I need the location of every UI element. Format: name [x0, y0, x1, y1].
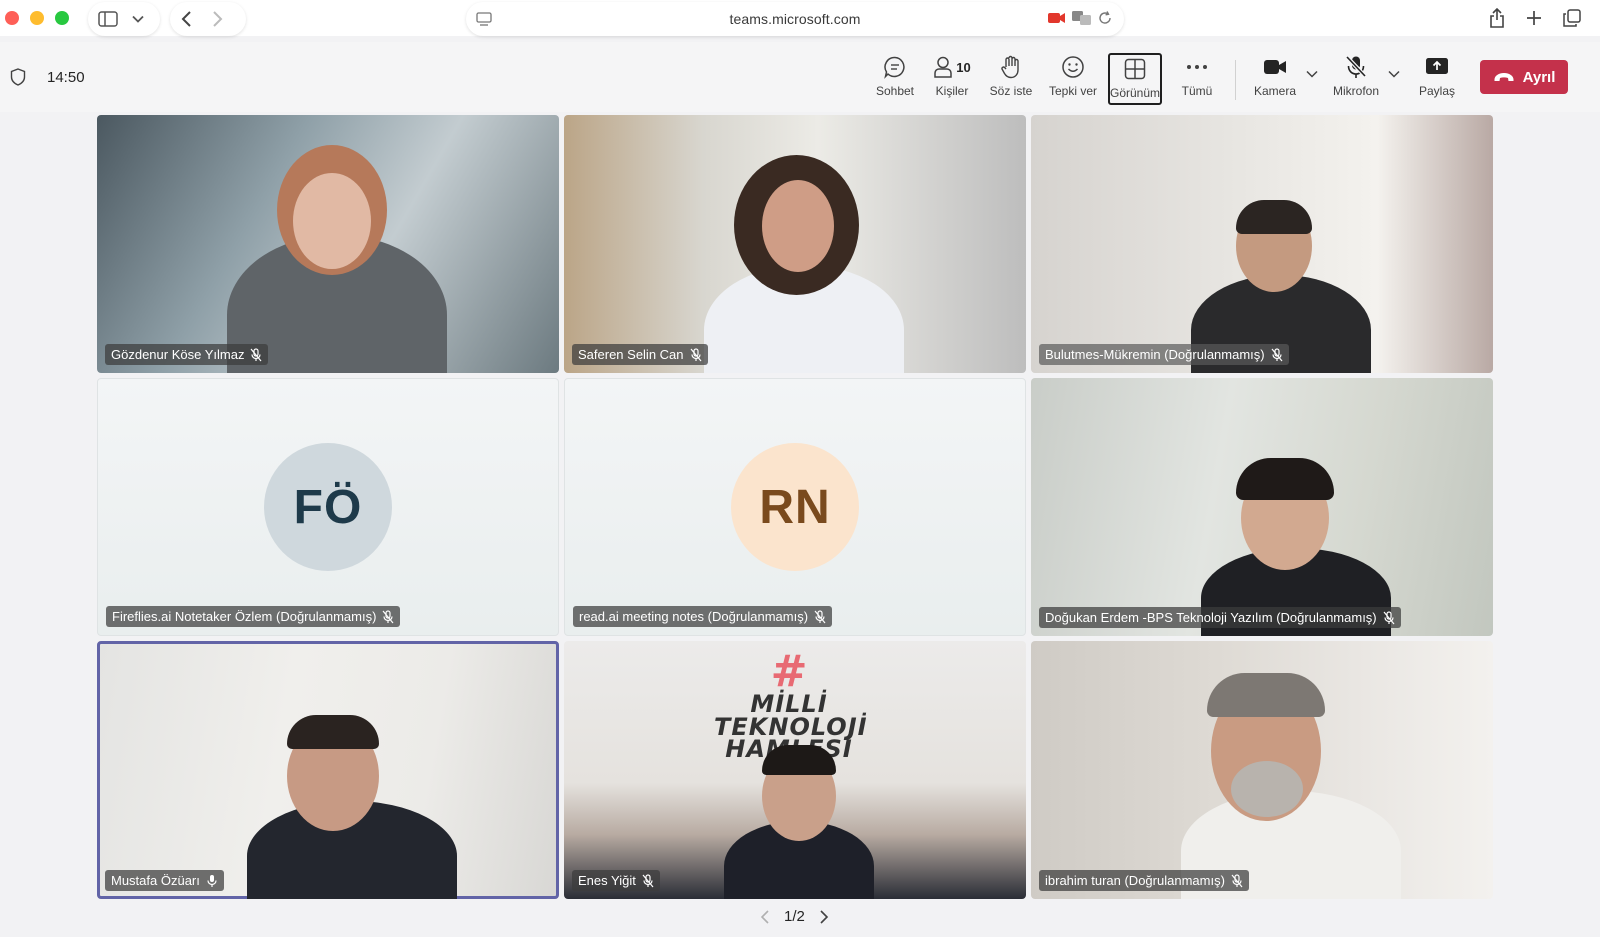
sidebar-toggle-group — [88, 2, 160, 36]
forward-arrow-icon[interactable] — [212, 10, 224, 28]
participant-tile[interactable]: Bulutmes-Mükremin (Doğrulanmamış) — [1031, 115, 1493, 373]
navigation-group — [170, 2, 246, 36]
more-label: Tümü — [1181, 84, 1213, 98]
translate-icon[interactable] — [1072, 11, 1092, 25]
mic-muted-icon — [1271, 347, 1283, 362]
participant-tile[interactable]: FÖ Fireflies.ai Notetaker Özlem (Doğrula… — [97, 378, 559, 636]
participant-name: ibrahim turan (Doğrulanmamış) — [1045, 873, 1225, 888]
leave-label: Ayrıl — [1522, 68, 1556, 86]
shield-icon[interactable] — [10, 68, 26, 86]
share-screen-button[interactable]: Paylaş — [1412, 54, 1462, 104]
people-count: 10 — [956, 59, 971, 75]
reload-icon[interactable] — [1098, 11, 1112, 25]
participant-name: Bulutmes-Mükremin (Doğrulanmamış) — [1045, 347, 1265, 362]
tab-overview-icon[interactable] — [1559, 6, 1585, 30]
new-tab-icon[interactable] — [1521, 6, 1547, 30]
chat-icon — [883, 54, 907, 80]
mic-muted-icon — [814, 609, 826, 624]
participant-name-tag: Mustafa Özüarı — [105, 870, 224, 891]
gallery-pager: 1/2 — [760, 908, 829, 925]
chevron-down-icon[interactable] — [132, 15, 144, 23]
react-label: Tepki ver — [1048, 84, 1098, 98]
participant-tile[interactable]: Saferen Selin Can — [564, 115, 1026, 373]
participant-avatar: RN — [731, 443, 859, 571]
person-icon — [933, 56, 953, 78]
browser-toolbar: teams.microsoft.com — [0, 0, 1600, 36]
participant-name: read.ai meeting notes (Doğrulanmamış) — [579, 609, 809, 624]
mic-muted-icon — [1383, 610, 1395, 625]
participant-name: Enes Yiğit — [578, 873, 636, 888]
participant-name: Saferen Selin Can — [578, 347, 684, 362]
share-screen-label: Paylaş — [1418, 84, 1456, 98]
raise-hand-icon — [1000, 54, 1022, 80]
mic-muted-icon — [250, 347, 262, 362]
mic-muted-icon — [382, 609, 394, 624]
microphone-button[interactable]: Mikrofon — [1328, 54, 1384, 104]
camera-options-chevron-icon[interactable] — [1306, 70, 1318, 78]
participant-tile-active-speaker[interactable]: Mustafa Özüarı — [97, 641, 559, 899]
mic-off-icon — [1345, 54, 1367, 80]
camera-in-use-icon[interactable] — [1048, 12, 1066, 24]
next-page-icon[interactable] — [819, 909, 829, 924]
microphone-label: Mikrofon — [1332, 84, 1379, 98]
camera-button[interactable]: Kamera — [1250, 54, 1300, 104]
participant-name-tag: Bulutmes-Mükremin (Doğrulanmamış) — [1039, 344, 1289, 365]
meeting-toolbar: 14:50 Sohbet 10 Kişiler Söz iste Tepki v… — [0, 42, 1600, 112]
participant-name-tag: Enes Yiğit — [572, 870, 660, 891]
participant-name: Doğukan Erdem -BPS Teknoloji Yazılım (Do… — [1045, 610, 1377, 625]
participant-name: Gözdenur Köse Yılmaz — [111, 347, 245, 362]
grid-view-icon — [1124, 56, 1146, 82]
minimize-window-button[interactable] — [30, 11, 44, 25]
url-text: teams.microsoft.com — [729, 11, 861, 27]
zoom-window-button[interactable] — [55, 11, 69, 25]
participant-name-tag: Fireflies.ai Notetaker Özlem (Doğrulanma… — [106, 606, 401, 627]
hang-up-icon — [1493, 71, 1515, 83]
participant-tile[interactable]: Doğukan Erdem -BPS Teknoloji Yazılım (Do… — [1031, 378, 1493, 636]
camera-label: Kamera — [1253, 84, 1297, 98]
people-label: Kişiler — [935, 84, 969, 98]
more-button[interactable]: Tümü — [1176, 54, 1218, 104]
participant-tile[interactable]: ibrahim turan (Doğrulanmamış) — [1031, 641, 1493, 899]
address-bar[interactable]: teams.microsoft.com — [466, 2, 1124, 36]
participant-name: Mustafa Özüarı — [111, 873, 200, 888]
leave-button[interactable]: Ayrıl — [1480, 60, 1568, 94]
participant-tile[interactable]: RN read.ai meeting notes (Doğrulanmamış) — [564, 378, 1026, 636]
react-button[interactable]: Tepki ver — [1047, 54, 1099, 104]
share-screen-icon — [1425, 54, 1449, 80]
mic-muted-icon — [1231, 873, 1243, 888]
previous-page-icon[interactable] — [760, 909, 770, 924]
participant-name-tag: Gözdenur Köse Yılmaz — [105, 344, 269, 365]
raise-hand-label: Söz iste — [989, 84, 1033, 98]
people-button[interactable]: 10 Kişiler — [928, 54, 976, 104]
participant-name-tag: Saferen Selin Can — [572, 344, 708, 365]
video-grid: Gözdenur Köse Yılmaz Saferen Selin Can B… — [97, 115, 1493, 899]
raise-hand-button[interactable]: Söz iste — [986, 54, 1036, 104]
chat-label: Sohbet — [875, 84, 915, 98]
microphone-options-chevron-icon[interactable] — [1388, 70, 1400, 78]
view-label: Görünüm — [1109, 86, 1161, 100]
participant-name-tag: Doğukan Erdem -BPS Teknoloji Yazılım (Do… — [1039, 607, 1401, 628]
participant-name-tag: ibrahim turan (Doğrulanmamış) — [1039, 870, 1249, 891]
mic-on-icon — [206, 874, 218, 888]
back-arrow-icon[interactable] — [180, 10, 192, 28]
sidebar-icon[interactable] — [98, 11, 118, 27]
participant-name-tag: read.ai meeting notes (Doğrulanmamış) — [573, 606, 833, 627]
share-icon[interactable] — [1484, 6, 1510, 30]
emoji-icon — [1061, 54, 1085, 80]
participant-avatar: FÖ — [264, 443, 392, 571]
participant-name: Fireflies.ai Notetaker Özlem (Doğrulanma… — [112, 609, 377, 624]
chat-button[interactable]: Sohbet — [870, 54, 920, 104]
more-icon — [1186, 54, 1208, 80]
participant-tile[interactable]: Gözdenur Köse Yılmaz — [97, 115, 559, 373]
participant-tile[interactable]: # MİLLİ TEKNOLOJİ HAMLESİ Enes Yiğit — [564, 641, 1026, 899]
view-button[interactable]: Görünüm — [1108, 53, 1162, 105]
video-camera-icon — [1263, 54, 1287, 80]
meeting-timer: 14:50 — [47, 69, 85, 86]
toolbar-divider — [1235, 60, 1236, 100]
mic-muted-icon — [690, 347, 702, 362]
close-window-button[interactable] — [5, 11, 19, 25]
page-indicator: 1/2 — [784, 908, 805, 925]
mic-muted-icon — [642, 873, 654, 888]
page-menu-icon[interactable] — [476, 12, 492, 26]
